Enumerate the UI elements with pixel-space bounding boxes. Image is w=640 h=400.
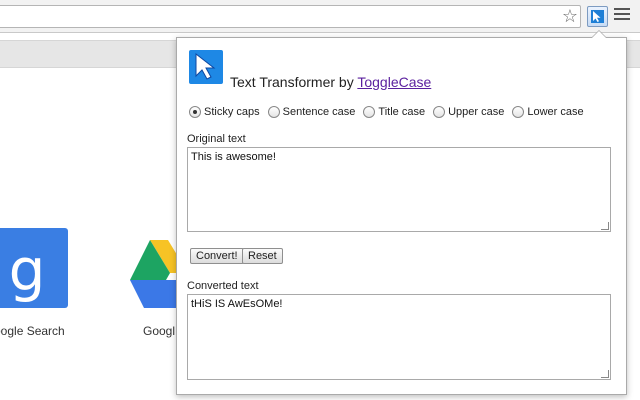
original-text-value: This is awesome! <box>191 151 276 163</box>
radio-label: Sentence case <box>282 106 356 118</box>
radio-lower-case[interactable]: Lower case <box>512 106 584 118</box>
togglecase-link[interactable]: ToggleCase <box>357 74 431 90</box>
toggle-case-icon <box>591 10 604 23</box>
reset-button[interactable]: Reset <box>242 248 283 264</box>
case-mode-radio-group: Sticky caps Sentence case Title case Upp… <box>189 106 592 118</box>
radio-button[interactable] <box>267 106 280 118</box>
radio-label: Upper case <box>448 106 505 118</box>
convert-button[interactable]: Convert! <box>190 248 244 264</box>
radio-button[interactable] <box>363 106 376 118</box>
radio-button[interactable] <box>512 106 525 118</box>
resize-handle[interactable] <box>601 370 609 378</box>
star-icon[interactable]: ☆ <box>560 6 580 26</box>
radio-title-case[interactable]: Title case <box>363 106 425 118</box>
converted-text-value: tHiS IS AwEsOMe! <box>191 298 283 310</box>
resize-handle[interactable] <box>601 222 609 230</box>
toggle-case-logo-icon <box>189 50 223 84</box>
radio-button[interactable] <box>433 106 446 118</box>
popup-title: Text Transformer by ToggleCase <box>230 74 431 90</box>
radio-button[interactable] <box>189 106 201 118</box>
converted-text-output[interactable]: tHiS IS AwEsOMe! <box>187 294 611 380</box>
original-text-label: Original text <box>187 133 246 145</box>
hamburger-menu-icon[interactable] <box>614 8 630 24</box>
address-bar[interactable] <box>0 5 581 28</box>
original-text-input[interactable]: This is awesome! <box>187 147 611 232</box>
google-search-icon[interactable]: g <box>0 228 68 308</box>
popup-title-prefix: Text Transformer by <box>230 74 358 90</box>
converted-text-label: Converted text <box>187 280 259 292</box>
tile-label-google-drive: Googl <box>143 324 176 338</box>
toggle-case-extension-button[interactable] <box>587 6 608 27</box>
radio-sticky-caps[interactable]: Sticky caps <box>189 106 260 118</box>
radio-sentence-case[interactable]: Sentence case <box>267 106 356 118</box>
radio-upper-case[interactable]: Upper case <box>433 106 504 118</box>
radio-label: Title case <box>378 106 426 118</box>
radio-label: Lower case <box>527 106 584 118</box>
radio-label: Sticky caps <box>204 106 260 118</box>
browser-toolbar: ☆ <box>0 0 640 33</box>
tile-label-google-search: oogle Search <box>0 324 65 338</box>
text-transformer-popup: Text Transformer by ToggleCase Sticky ca… <box>176 30 627 395</box>
